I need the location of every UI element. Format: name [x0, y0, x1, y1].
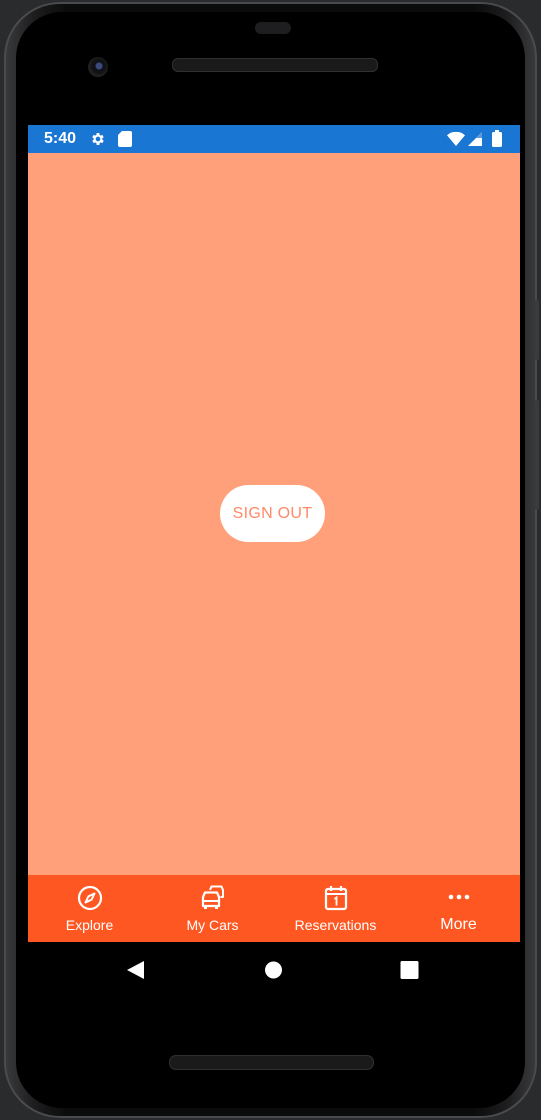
tab-label-reservations: Reservations	[294, 917, 377, 933]
home-icon[interactable]	[264, 960, 283, 985]
signal-icon	[468, 132, 482, 151]
sd-card-icon	[118, 131, 132, 152]
sign-out-button[interactable]: SIGN OUT	[220, 485, 325, 542]
back-icon[interactable]	[126, 960, 145, 985]
power-button	[535, 300, 539, 360]
calendar-icon	[324, 885, 348, 911]
tab-label-my-cars: My Cars	[186, 917, 239, 933]
earpiece-speaker	[172, 58, 378, 72]
top-notch	[255, 22, 291, 34]
tab-label-more: More	[440, 916, 477, 933]
wifi-icon	[447, 131, 465, 151]
bottom-speaker	[169, 1055, 374, 1070]
volume-button	[535, 400, 539, 510]
recents-icon[interactable]	[400, 960, 419, 985]
status-time: 5:40	[44, 130, 77, 147]
app-screen: 5:40 SIGN OUT Explore My Cars Reservatio…	[28, 125, 520, 942]
front-camera	[88, 57, 108, 77]
compass-icon	[77, 885, 103, 911]
tab-explore[interactable]: Explore	[28, 875, 151, 942]
gear-icon	[90, 131, 106, 152]
android-nav-bar	[28, 942, 520, 998]
tab-label-explore: Explore	[65, 917, 114, 933]
tab-more[interactable]: More	[397, 875, 520, 942]
tab-my-cars[interactable]: My Cars	[151, 875, 274, 942]
status-bar: 5:40	[28, 125, 520, 153]
battery-icon	[492, 130, 502, 152]
bottom-tab-bar: Explore My Cars Reservations More	[28, 875, 520, 942]
tab-reservations[interactable]: Reservations	[274, 875, 397, 942]
more-icon	[448, 885, 470, 911]
cars-icon	[199, 885, 227, 911]
content-area: SIGN OUT	[28, 153, 520, 875]
